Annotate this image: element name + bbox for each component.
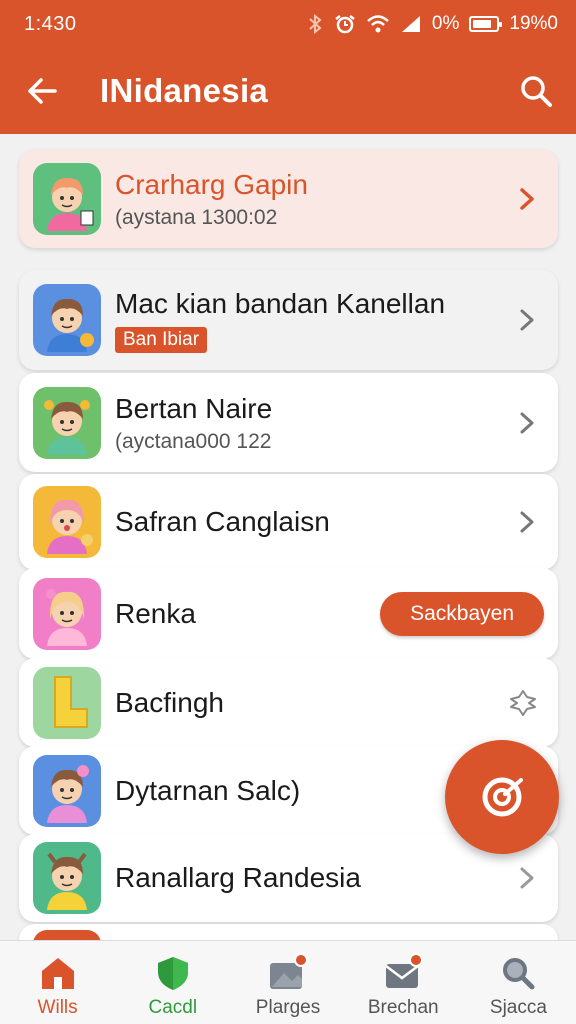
avatar <box>33 666 101 739</box>
item-name: Mac kian bandan Kanellan <box>115 288 446 319</box>
item-text: Ranallarg Randesia <box>115 861 514 895</box>
item-text: Crarharg Gapin (aystana 1300:02 <box>115 168 514 230</box>
avatar <box>33 930 101 940</box>
list-item[interactable] <box>19 924 558 940</box>
item-name: Safran Canglaisn <box>115 506 330 537</box>
action-button[interactable]: Sackbayen <box>380 591 544 636</box>
nav-item-plarges[interactable]: Plarges <box>230 941 345 1024</box>
status-badge: Ban Ibiar <box>115 327 208 353</box>
search-icon <box>496 953 540 993</box>
item-name: Bacfingh <box>115 686 224 718</box>
item-text: Mac kian bandan Kanellan Ban Ibiar <box>115 287 514 353</box>
list-item[interactable]: Bacfingh <box>19 658 558 747</box>
avatar <box>33 577 101 650</box>
home-icon <box>36 953 80 993</box>
toolbar: INidanesia <box>0 48 576 134</box>
avatar <box>33 162 101 235</box>
item-text: Bertan Naire (ayctana000 122 <box>115 392 514 454</box>
status-bar: 1:430 0% 19%0 <box>0 0 576 48</box>
notification-dot <box>294 953 308 967</box>
list-item[interactable]: Safran Canglaisn <box>19 474 558 570</box>
nav-label: Sjacca <box>489 997 547 1018</box>
status-icons: 0% 19%0 <box>306 13 558 35</box>
signal-percent: 19%0 <box>509 13 558 34</box>
list-item[interactable]: Mac kian bandan Kanellan Ban Ibiar <box>19 270 558 370</box>
wifi-icon <box>366 14 390 34</box>
avatar <box>33 754 101 827</box>
app-header: 1:430 0% 19%0 INidanesia <box>0 0 576 134</box>
item-text: Renka <box>115 597 380 631</box>
item-subtitle: (ayctana000 122 <box>115 429 272 453</box>
puzzle-icon[interactable] <box>506 686 540 720</box>
avatar <box>33 284 101 356</box>
image-icon <box>266 953 310 993</box>
item-name: Crarharg Gapin <box>115 168 308 200</box>
item-name: Renka <box>115 597 196 629</box>
chevron-right-icon <box>514 410 540 436</box>
nav-item-wills[interactable]: Wills <box>0 941 115 1024</box>
alarm-icon <box>334 14 356 34</box>
target-fab-button[interactable] <box>445 740 559 854</box>
search-icon[interactable] <box>514 69 558 113</box>
list-item[interactable]: Crarharg Gapin (aystana 1300:02 <box>19 149 558 248</box>
arrow-left-icon[interactable] <box>22 71 62 111</box>
nav-item-sjacca[interactable]: Sjacca <box>461 941 576 1024</box>
nav-label: Plarges <box>255 997 321 1018</box>
avatar <box>33 486 101 558</box>
item-name: Bertan Naire <box>115 392 273 424</box>
chevron-right-icon <box>514 186 540 212</box>
item-text: Safran Canglaisn <box>115 505 514 539</box>
avatar <box>33 842 101 914</box>
nav-label: Wills <box>37 997 78 1018</box>
item-subtitle: (aystana 1300:02 <box>115 205 278 229</box>
chevron-right-icon <box>514 509 540 535</box>
nav-item-brechan[interactable]: Brechan <box>346 941 461 1024</box>
battery-icon <box>469 16 503 32</box>
page-title: INidanesia <box>100 72 269 109</box>
chevron-right-icon <box>514 865 540 891</box>
nav-item-cacdl[interactable]: Cacdl <box>115 941 230 1024</box>
status-time: 1:430 <box>24 12 77 35</box>
chevron-right-icon <box>514 307 540 333</box>
item-name: Ranallarg Randesia <box>115 862 361 893</box>
list-item[interactable]: Bertan Naire (ayctana000 122 <box>19 373 558 472</box>
bluetooth-icon <box>306 14 324 34</box>
target-icon <box>482 777 523 817</box>
nav-label: Brechan <box>367 997 439 1018</box>
mail-icon <box>381 953 425 993</box>
shield-icon <box>151 953 195 993</box>
list-item[interactable]: Renka Sackbayen <box>19 568 558 659</box>
item-text: Bacfingh <box>115 686 506 720</box>
battery-percent: 0% <box>431 13 460 34</box>
bottom-nav: Wills Cacdl Plarges Brechan Sjacca <box>0 940 576 1024</box>
nav-label: Cacdl <box>148 997 198 1018</box>
signal-icon <box>400 14 422 34</box>
avatar <box>33 386 101 459</box>
